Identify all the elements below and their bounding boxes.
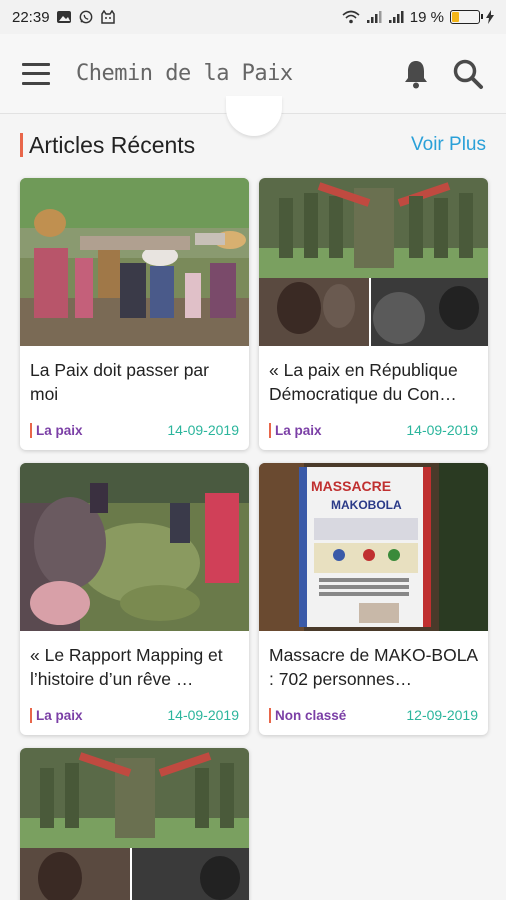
article-date: 14-09-2019 <box>167 707 239 723</box>
wifi-icon <box>342 10 360 24</box>
article-thumbnail <box>20 178 249 346</box>
search-icon[interactable] <box>452 58 484 90</box>
article-card[interactable]: « La paix en République Démocratique du … <box>259 178 488 450</box>
article-card[interactable] <box>20 748 249 900</box>
article-thumbnail <box>20 748 249 900</box>
section-header: Articles Récents Voir Plus <box>20 128 486 162</box>
svg-text:MAKOBOLA: MAKOBOLA <box>331 498 402 512</box>
section-title: Articles Récents <box>29 131 196 158</box>
signal-icon <box>366 11 382 23</box>
article-thumbnail <box>20 463 249 631</box>
menu-icon[interactable] <box>22 62 50 85</box>
article-title: Massacre de MAKO-BOLA : 702 personnes… <box>269 645 478 689</box>
article-card[interactable]: La Paix doit passer par moi La paix 14-0… <box>20 178 249 450</box>
article-category[interactable]: La paix <box>269 422 322 438</box>
article-thumbnail <box>259 178 488 346</box>
article-date: 14-09-2019 <box>167 422 239 438</box>
article-category[interactable]: La paix <box>30 422 83 438</box>
whatsapp-icon <box>79 10 92 24</box>
article-card[interactable]: « Le Rapport Mapping et l’histoire d’un … <box>20 463 249 735</box>
article-category[interactable]: Non classé <box>269 707 346 723</box>
bell-icon[interactable] <box>402 59 430 89</box>
gallery-icon <box>56 11 71 23</box>
signal-icon <box>388 11 404 23</box>
article-title: « La paix en République Démocratique du … <box>269 360 458 404</box>
section-accent-bar <box>20 133 23 157</box>
clock: 22:39 <box>12 8 50 26</box>
app-title: Chemin de la Paix <box>76 61 293 86</box>
see-more-link[interactable]: Voir Plus <box>411 134 486 156</box>
status-bar: 22:39 19 % <box>0 0 506 34</box>
article-card[interactable]: MASSACRE MAKOBOLA Massacre de MAKO-BOLA … <box>259 463 488 735</box>
battery-percent: 19 % <box>409 8 444 26</box>
article-title: La Paix doit passer par moi <box>30 360 209 404</box>
article-category[interactable]: La paix <box>30 707 83 723</box>
charging-icon <box>486 10 494 24</box>
svg-text:MASSACRE: MASSACRE <box>311 478 391 494</box>
article-thumbnail: MASSACRE MAKOBOLA <box>259 463 488 631</box>
article-date: 14-09-2019 <box>406 422 478 438</box>
article-date: 12-09-2019 <box>406 707 478 723</box>
article-title: « Le Rapport Mapping et l’histoire d’un … <box>30 645 223 689</box>
battery-icon <box>450 10 483 24</box>
cat-icon <box>100 10 115 24</box>
